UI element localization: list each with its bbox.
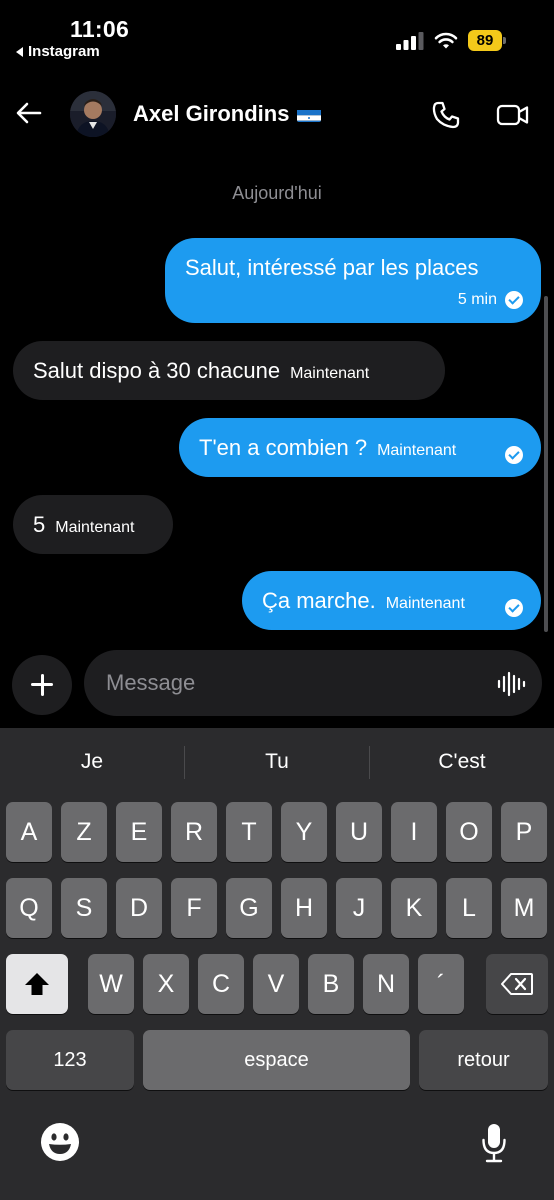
key-acute-accent[interactable]: ´ [418, 954, 464, 1014]
key-z[interactable]: Z [61, 802, 107, 862]
chat-header: Axel Girondins [0, 80, 554, 150]
message-bubble-incoming[interactable]: 5 Maintenant [13, 495, 173, 554]
status-bar: 11:06 Instagram 89 [0, 0, 554, 70]
battery-indicator: 89 [468, 30, 506, 51]
battery-level: 89 [468, 30, 502, 51]
back-to-app-link[interactable]: Instagram [16, 43, 100, 60]
key-l[interactable]: L [446, 878, 492, 938]
keyboard: Je Tu C'est A Z E R T Y U I O P Q S D F … [0, 728, 554, 1200]
key-f[interactable]: F [171, 878, 217, 938]
arrow-left-icon[interactable] [14, 98, 44, 128]
read-check-icon [505, 446, 523, 464]
message-content: Salut dispo à 30 chacune Maintenant [33, 358, 369, 384]
message-text: Salut dispo à 30 chacune [33, 358, 281, 383]
avatar-photo [70, 91, 116, 137]
key-e[interactable]: E [116, 802, 162, 862]
key-q[interactable]: Q [6, 878, 52, 938]
wifi-icon [434, 32, 458, 49]
message-text: Salut, intéressé par les places [185, 255, 479, 280]
space-key[interactable]: espace [143, 1030, 410, 1090]
message-time: Maintenant [377, 442, 457, 459]
key-k[interactable]: K [391, 878, 437, 938]
back-triangle-icon [16, 46, 23, 57]
message-meta: 5 min [458, 291, 523, 309]
message-bubble-outgoing[interactable]: Ça marche. Maintenant [242, 571, 541, 630]
key-o[interactable]: O [446, 802, 492, 862]
emoji-smiley-icon[interactable] [40, 1122, 80, 1162]
key-m[interactable]: M [501, 878, 547, 938]
key-d[interactable]: D [116, 878, 162, 938]
message-input[interactable] [84, 650, 542, 716]
delete-glyph [501, 973, 533, 995]
message-bubble-outgoing[interactable]: T'en a combien ? Maintenant [179, 418, 541, 477]
message-time: Maintenant [385, 595, 465, 612]
battery-tip [503, 37, 506, 44]
key-h[interactable]: H [281, 878, 327, 938]
key-p[interactable]: P [501, 802, 547, 862]
key-i[interactable]: I [391, 802, 437, 862]
key-a[interactable]: A [6, 802, 52, 862]
date-separator: Aujourd'hui [232, 183, 322, 203]
phone-icon[interactable] [430, 99, 462, 131]
key-u[interactable]: U [336, 802, 382, 862]
suggestion-bar: Je Tu C'est [0, 728, 554, 798]
shift-arrow-icon[interactable] [6, 954, 68, 1014]
video-camera-icon[interactable] [496, 100, 530, 130]
suggestion-item[interactable]: Je [0, 750, 184, 774]
suggestion-item[interactable]: Tu [185, 750, 369, 774]
numbers-key[interactable]: 123 [6, 1030, 134, 1090]
avatar[interactable] [70, 91, 116, 137]
message-content: T'en a combien ? Maintenant [199, 435, 456, 461]
message-content: 5 Maintenant [33, 512, 134, 538]
key-t[interactable]: T [226, 802, 272, 862]
message-text: T'en a combien ? [199, 435, 368, 460]
read-check-icon [505, 599, 523, 617]
key-v[interactable]: V [253, 954, 299, 1014]
key-s[interactable]: S [61, 878, 107, 938]
shift-glyph [25, 973, 49, 995]
key-g[interactable]: G [226, 878, 272, 938]
message-bubble-incoming[interactable]: Salut dispo à 30 chacune Maintenant [13, 341, 445, 400]
delete-backspace-icon[interactable] [486, 954, 548, 1014]
honduras-flag-icon [297, 106, 322, 122]
key-j[interactable]: J [336, 878, 382, 938]
message-time: Maintenant [290, 365, 370, 382]
message-bubble-outgoing[interactable]: Salut, intéressé par les places 5 min [165, 238, 541, 323]
message-content: Ça marche. Maintenant [262, 588, 465, 614]
key-y[interactable]: Y [281, 802, 327, 862]
contact-name-text: Axel Girondins [133, 101, 290, 126]
contact-name[interactable]: Axel Girondins [133, 101, 322, 127]
status-time: 11:06 [70, 16, 130, 42]
plus-icon[interactable] [12, 655, 72, 715]
chat-scrollbar[interactable] [544, 296, 548, 632]
return-key[interactable]: retour [419, 1030, 548, 1090]
read-check-icon [505, 291, 523, 309]
key-r[interactable]: R [171, 802, 217, 862]
message-text: Ça marche. [262, 588, 376, 613]
key-n[interactable]: N [363, 954, 409, 1014]
message-text: 5 [33, 512, 46, 537]
key-b[interactable]: B [308, 954, 354, 1014]
key-w[interactable]: W [88, 954, 134, 1014]
microphone-icon[interactable] [481, 1122, 507, 1164]
waveform-icon[interactable] [496, 670, 526, 698]
key-c[interactable]: C [198, 954, 244, 1014]
suggestion-item[interactable]: C'est [370, 750, 554, 774]
key-x[interactable]: X [143, 954, 189, 1014]
cellular-signal-icon [396, 32, 424, 50]
back-app-label: Instagram [28, 43, 100, 60]
message-time: Maintenant [55, 519, 135, 536]
message-time: 5 min [457, 291, 497, 308]
